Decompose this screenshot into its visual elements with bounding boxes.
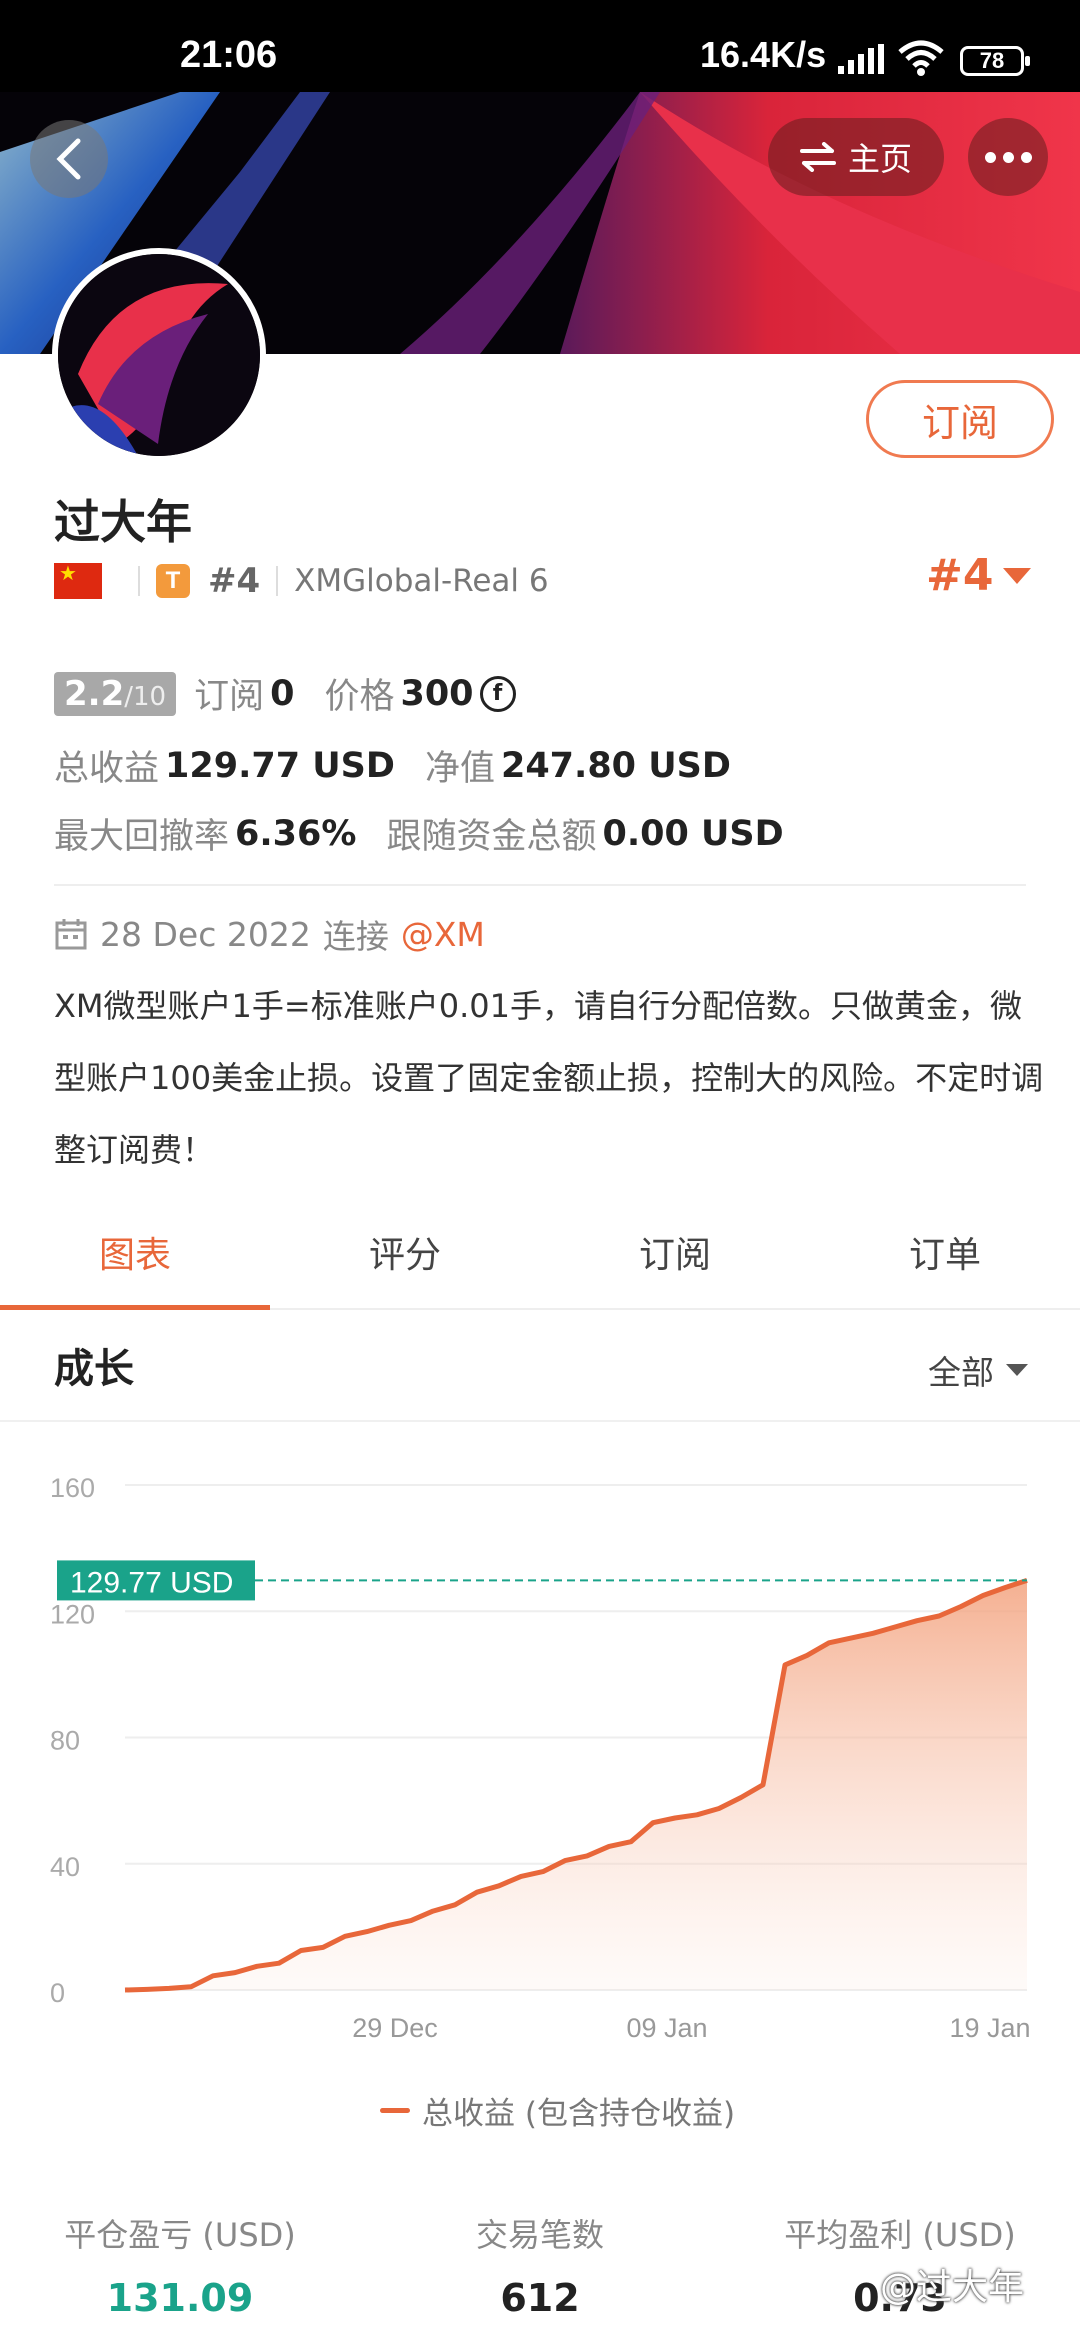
china-flag-icon	[54, 561, 102, 599]
subscribe-button[interactable]: 订阅	[866, 380, 1054, 458]
status-bar: 21:06 16.4K/s 78	[0, 0, 1080, 92]
score-row: 2.2/10 订阅 0 价格 300 f	[54, 668, 516, 719]
more-dot-icon	[1002, 151, 1014, 163]
y-tick-label: 160	[50, 1473, 95, 1503]
stat-label: 交易笔数	[475, 2216, 604, 2254]
stat-label: 平均盈利 (USD)	[784, 2216, 1016, 2254]
range-select[interactable]: 全部	[928, 1346, 1028, 1394]
stat-value: 131.09	[106, 2276, 254, 2320]
connection-info: 28 Dec 2022 连接 @XM	[54, 910, 485, 958]
more-dot-icon	[984, 151, 996, 163]
divider	[54, 884, 1026, 886]
broker-server: XMGlobal-Real 6	[294, 563, 549, 599]
area-fill	[125, 1580, 1027, 1990]
connect-label: 连接	[322, 917, 389, 956]
divider	[138, 566, 140, 596]
coin-icon: f	[479, 675, 516, 712]
current-value-label: 129.77 USD	[70, 1566, 233, 1599]
tab-chart[interactable]: 图表	[0, 1210, 270, 1310]
total-profit-label: 总收益	[54, 749, 160, 789]
y-tick-label: 80	[50, 1726, 80, 1756]
status-time: 21:06	[180, 34, 278, 76]
total-profit-value: 129.77 USD	[165, 745, 395, 786]
y-tick-label: 40	[50, 1852, 80, 1882]
tab-orders[interactable]: 订单	[810, 1210, 1080, 1308]
closed-pnl-stat: 平仓盈亏 (USD) 131.09	[0, 2210, 360, 2320]
follow-funds-label: 跟随资金总额	[386, 817, 597, 857]
profit-row: 总收益 129.77 USD 净值 247.80 USD	[54, 740, 761, 791]
subs-value: 0	[270, 673, 295, 714]
divider	[276, 566, 279, 596]
wifi-icon	[898, 40, 944, 76]
back-button[interactable]	[30, 120, 108, 198]
more-dot-icon	[1020, 151, 1032, 163]
x-tick-label: 09 Jan	[626, 2013, 707, 2043]
calendar-icon	[55, 919, 87, 950]
x-tick-label: 29 Dec	[352, 2013, 438, 2043]
rank-value: #4	[926, 550, 994, 601]
swap-icon	[799, 142, 836, 172]
connect-date: 28 Dec 2022	[100, 914, 311, 954]
strategy-description: XM微型账户1手=标准账户0.01手，请自行分配倍数。只做黄金，微型账户100美…	[54, 987, 1044, 1169]
rank-dropdown[interactable]: #4	[926, 550, 1032, 601]
home-label: 主页	[847, 140, 912, 178]
price-value: 300	[400, 673, 474, 714]
y-tick-label: 0	[50, 1978, 65, 2008]
home-button[interactable]: 主页	[768, 118, 944, 196]
subs-label: 订阅	[194, 677, 265, 717]
caret-down-icon	[1006, 1364, 1028, 1376]
trader-meta: T #4 XMGlobal-Real 6	[54, 556, 549, 606]
score-badge: 2.2/10	[54, 671, 177, 716]
divider	[0, 1420, 1080, 1422]
chevron-left-icon	[56, 138, 81, 180]
y-tick-label: 120	[50, 1599, 95, 1629]
watermark: @过大年	[880, 2267, 1025, 2308]
stat-label: 平仓盈亏 (USD)	[64, 2216, 296, 2254]
follow-funds-value: 0.00 USD	[602, 813, 784, 854]
growth-chart[interactable]: 0 40 80 120 160 129.77 USD 29 Dec 09 Jan 19 Jan	[0, 1440, 1080, 2080]
stat-value: 612	[500, 2276, 580, 2320]
caret-down-icon	[1003, 567, 1032, 584]
x-tick-label: 19 Jan	[949, 2013, 1030, 2043]
tab-rating[interactable]: 评分	[270, 1210, 540, 1308]
tab-subscribe[interactable]: 订阅	[540, 1210, 810, 1308]
legend-label: 总收益 (包含持仓收益)	[422, 2096, 736, 2132]
battery-icon: 78	[960, 46, 1030, 76]
signal-icon	[838, 44, 884, 74]
chart-legend: 总收益 (包含持仓收益)	[380, 2088, 735, 2133]
platform-link[interactable]: @XM	[401, 915, 485, 954]
rank-label: #4	[208, 561, 261, 601]
legend-swatch	[380, 2108, 410, 2113]
trader-badge: T	[156, 564, 190, 598]
network-speed: 16.4K/s	[700, 34, 827, 75]
max-drawdown-value: 6.36%	[235, 813, 357, 854]
max-drawdown-label: 最大回撤率	[54, 817, 230, 857]
more-options-button[interactable]	[968, 118, 1048, 196]
trade-count-stat: 交易笔数 612	[360, 2210, 720, 2320]
range-label: 全部	[928, 1353, 994, 1392]
price-label: 价格	[324, 677, 395, 717]
growth-title: 成长	[54, 1346, 134, 1392]
equity-label: 净值	[424, 749, 495, 789]
trader-name: 过大年	[54, 495, 192, 549]
equity-value: 247.80 USD	[500, 745, 731, 786]
tab-bar: 图表 评分 订阅 订单	[0, 1210, 1080, 1310]
drawdown-row: 最大回撤率 6.36% 跟随资金总额 0.00 USD	[54, 808, 814, 859]
avatar[interactable]	[52, 248, 266, 462]
